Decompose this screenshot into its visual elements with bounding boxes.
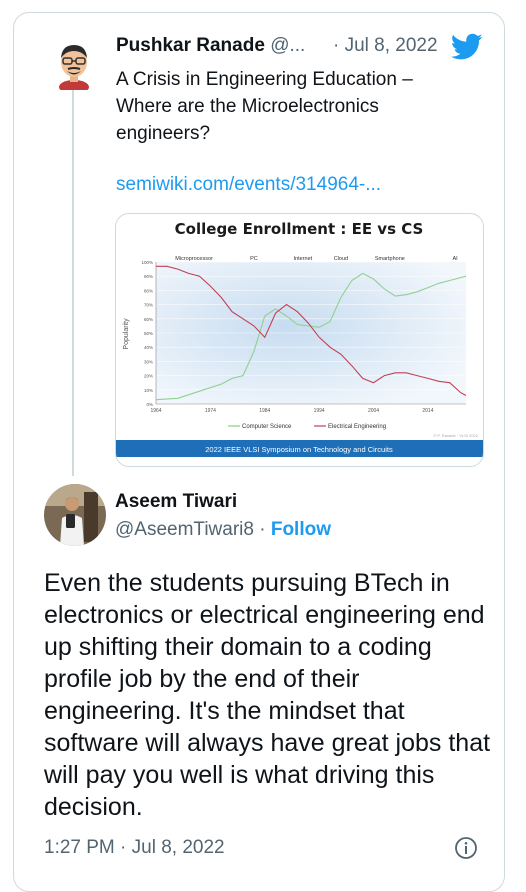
- twitter-bird-icon[interactable]: [450, 33, 483, 61]
- x-tick-label: 1994: [314, 408, 325, 414]
- y-tick-label: 80%: [144, 288, 153, 293]
- main-tweet-text: Even the students pursuing BTech in elec…: [44, 569, 491, 821]
- pushkar-avatar[interactable]: [52, 40, 96, 94]
- y-tick-label: 0%: [146, 402, 153, 407]
- x-tick-label: 2004: [368, 408, 379, 414]
- info-icon[interactable]: [454, 836, 478, 860]
- era-label: Internet: [294, 256, 313, 262]
- chart-title: College Enrollment : EE vs CS: [175, 220, 424, 238]
- main-author-line: @AseemTiwari8 · Follow: [115, 519, 331, 541]
- article-link[interactable]: semiwiki.com/events/314964-...: [116, 174, 381, 196]
- x-tick-label: 1974: [205, 408, 216, 414]
- aseem-avatar[interactable]: [44, 484, 106, 546]
- y-tick-label: 60%: [144, 317, 153, 322]
- era-label: PC: [250, 256, 258, 262]
- x-tick-label: 1984: [259, 408, 270, 414]
- y-tick-label: 90%: [144, 274, 153, 279]
- handle-separator: ·: [253, 519, 271, 540]
- tweet-timestamp[interactable]: 1:27 PM · Jul 8, 2022: [44, 837, 225, 859]
- y-tick-label: 100%: [141, 260, 153, 265]
- legend-label: Computer Science: [242, 424, 292, 430]
- quoted-tweet-text: A Crisis in Engineering Education – Wher…: [116, 69, 413, 144]
- chart-watermark: © P. Ranade · VLSI 2022: [433, 433, 478, 438]
- quoted-tweet-date[interactable]: · Jul 8, 2022: [333, 35, 438, 57]
- y-tick-label: 30%: [144, 359, 153, 364]
- y-tick-label: 40%: [144, 345, 153, 350]
- legend-label: Electrical Engineering: [328, 424, 386, 430]
- quoted-author-line[interactable]: Pushkar Ranade @...: [116, 35, 305, 57]
- y-tick-label: 70%: [144, 303, 153, 308]
- chart-image[interactable]: College Enrollment : EE vs CS Microproce…: [115, 213, 484, 467]
- x-tick-label: 2014: [422, 408, 433, 414]
- y-axis-label: Popularity: [123, 318, 130, 350]
- thread-connector-line: [72, 90, 74, 476]
- follow-button[interactable]: Follow: [271, 519, 331, 540]
- main-author-name[interactable]: Aseem Tiwari: [115, 491, 237, 513]
- quoted-author-name[interactable]: Pushkar Ranade: [116, 35, 265, 56]
- enrollment-chart: College Enrollment : EE vs CS Microproce…: [116, 220, 483, 457]
- era-label: Cloud: [334, 256, 348, 262]
- chart-banner-text: 2022 IEEE VLSI Symposium on Technology a…: [205, 445, 393, 454]
- era-label: Microprocessor: [175, 256, 213, 262]
- y-tick-label: 50%: [144, 331, 153, 336]
- y-tick-label: 10%: [144, 388, 153, 393]
- main-author-handle[interactable]: @AseemTiwari8: [115, 519, 254, 540]
- x-tick-label: 1964: [150, 408, 161, 414]
- y-tick-label: 20%: [144, 374, 153, 379]
- era-label: AI: [453, 256, 459, 262]
- quoted-author-handle[interactable]: @...: [270, 35, 305, 56]
- era-label: Smartphone: [375, 256, 405, 262]
